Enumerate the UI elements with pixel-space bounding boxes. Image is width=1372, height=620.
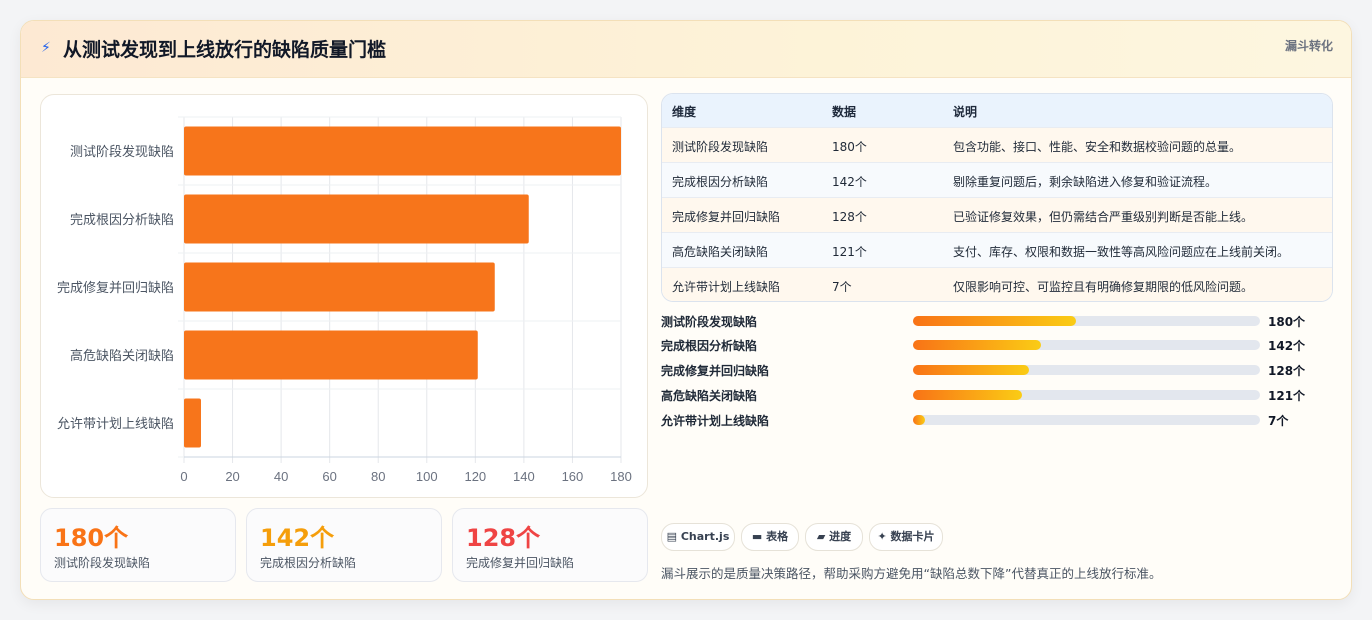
bar: [184, 126, 621, 176]
kpi-value: 142个: [260, 524, 335, 552]
x-tick-label: 40: [274, 469, 288, 484]
progress-track: [913, 340, 1260, 350]
chart-icon: ▤: [666, 530, 678, 543]
table-row: 测试阶段发现缺陷 180个 包含功能、接口、性能、安全和数据校验问题的总量。: [662, 127, 1332, 163]
table-header-cell: 数据: [832, 105, 857, 119]
table-cell: 180个: [832, 140, 867, 154]
progress-icon: ▰: [816, 530, 826, 543]
kpi-value: 180个: [54, 524, 129, 552]
bar: [184, 398, 201, 448]
funnel-card: ⚡ 从测试发现到上线放行的缺陷质量门槛 漏斗转化 0 20 40 60 80 100 120…: [20, 20, 1352, 600]
bolt-icon: ⚡: [41, 40, 51, 56]
x-tick-label: 140: [513, 469, 535, 484]
progress-row: 完成根因分析缺陷 142个: [661, 335, 1341, 355]
progress-value: 142个: [1268, 339, 1306, 353]
table-header-cell: 维度: [672, 105, 697, 119]
card-header: ⚡ 从测试发现到上线放行的缺陷质量门槛 漏斗转化: [21, 21, 1351, 78]
bar: [184, 194, 529, 244]
kpi-label: 完成根因分析缺陷: [260, 556, 357, 570]
x-tick-label: 160: [562, 469, 584, 484]
y-tick-label: 完成修复并回归缺陷: [57, 281, 174, 296]
table-cell: 121个: [832, 245, 867, 259]
table-cell: 测试阶段发现缺陷: [672, 140, 769, 154]
table-cell: 仅限影响可控、可监控且有明确修复期限的低风险问题。: [953, 280, 1254, 294]
chip-progress[interactable]: ▰ 进度: [805, 523, 863, 551]
table-cell: 7个: [832, 280, 852, 294]
progress-fill: [913, 365, 1030, 375]
progress-label: 高危缺陷关闭缺陷: [661, 389, 758, 403]
progress-fill: [913, 316, 1077, 326]
progress-fill: [913, 415, 926, 425]
y-tick-label: 测试阶段发现缺陷: [70, 144, 174, 160]
kpi-value: 128个: [466, 524, 541, 552]
table-cell: 完成根因分析缺陷: [672, 175, 769, 189]
footnote: 漏斗展示的是质量决策路径，帮助采购方避免用“缺陷总数下降”代替真正的上线放行标准…: [661, 566, 1162, 581]
data-table: 维度 数据 说明 测试阶段发现缺陷 180个 包含功能、接口、性能、安全和数据校…: [661, 93, 1333, 302]
progress-track: [913, 365, 1260, 375]
kpi-card-found: 180个 测试阶段发现缺陷: [40, 508, 236, 582]
table-cell: 128个: [832, 210, 867, 224]
table-cell: 允许带计划上线缺陷: [672, 280, 781, 294]
x-tick-label: 80: [371, 469, 385, 484]
chip-label: Chart.js: [680, 530, 730, 543]
progress-value: 121个: [1268, 389, 1306, 403]
bar-chart: 0 20 40 60 80 100 120 140 160 180 测试阶段发现缺陷 完成根因分析缺陷…: [40, 94, 648, 498]
x-tick-label: 100: [416, 469, 438, 484]
chip-label: 进度: [829, 530, 852, 543]
table-cell: 已验证修复效果，但仍需结合严重级别判断是否能上线。: [953, 210, 1254, 224]
kpi-card-fixed: 128个 完成修复并回归缺陷: [452, 508, 648, 582]
table-row: 完成根因分析缺陷 142个 剔除重复问题后，剩余缺陷进入修复和验证流程。: [662, 162, 1332, 198]
progress-row: 高危缺陷关闭缺陷 121个: [661, 385, 1341, 405]
progress-value: 7个: [1268, 414, 1289, 428]
table-cell: 完成修复并回归缺陷: [672, 210, 781, 224]
table-cell: 包含功能、接口、性能、安全和数据校验问题的总量。: [953, 140, 1242, 154]
progress-row: 完成修复并回归缺陷 128个: [661, 360, 1341, 380]
x-tick-label: 180: [610, 469, 632, 484]
table-cell: 142个: [832, 175, 867, 189]
progress-fill: [913, 390, 1023, 400]
funnel-tag: 漏斗转化: [1284, 39, 1333, 53]
kpi-label: 完成修复并回归缺陷: [466, 556, 575, 570]
table-header-row: 维度 数据 说明: [662, 94, 1332, 127]
table-cell: 支付、库存、权限和数据一致性等高风险问题应在上线前关闭。: [953, 245, 1290, 259]
progress-value: 128个: [1268, 364, 1306, 378]
chip-data-card[interactable]: ✦ 数据卡片: [869, 523, 943, 551]
x-tick-label: 20: [225, 469, 239, 484]
x-tick-label: 120: [464, 469, 486, 484]
x-tick-label: 60: [322, 469, 336, 484]
y-tick-label: 完成根因分析缺陷: [70, 213, 174, 228]
progress-value: 180个: [1268, 315, 1306, 329]
sparkle-icon: ✦: [877, 530, 887, 543]
table-row: 高危缺陷关闭缺陷 121个 支付、库存、权限和数据一致性等高风险问题应在上线前关…: [662, 232, 1332, 268]
table-row: 完成修复并回归缺陷 128个 已验证修复效果，但仍需结合严重级别判断是否能上线。: [662, 197, 1332, 233]
bar: [184, 330, 478, 380]
progress-label: 完成修复并回归缺陷: [661, 364, 770, 378]
progress-fill: [913, 340, 1042, 350]
progress-label: 允许带计划上线缺陷: [661, 414, 770, 428]
x-tick-label: 0: [180, 469, 187, 484]
progress-track: [913, 415, 1260, 425]
card-title: 从测试发现到上线放行的缺陷质量门槛: [63, 39, 387, 61]
progress-row: 允许带计划上线缺陷 7个: [661, 410, 1341, 430]
y-tick-label: 高危缺陷关闭缺陷: [70, 348, 174, 364]
progress-row: 测试阶段发现缺陷 180个: [661, 311, 1341, 331]
chip-chartjs[interactable]: ▤ Chart.js: [661, 523, 735, 551]
kpi-label: 测试阶段发现缺陷: [54, 556, 151, 570]
bar: [184, 262, 495, 312]
bar-chart-svg: 0 20 40 60 80 100 120 140 160 180 测试阶段发现缺陷完成根因分析缺陷…: [57, 116, 632, 484]
table-cell: 剔除重复问题后，剩余缺陷进入修复和验证流程。: [953, 175, 1218, 189]
table-header-cell: 说明: [953, 105, 978, 119]
chip-label: 数据卡片: [890, 530, 935, 543]
progress-track: [913, 316, 1260, 326]
y-tick-label: 允许带计划上线缺陷: [57, 416, 174, 432]
kpi-card-analyzed: 142个 完成根因分析缺陷: [246, 508, 442, 582]
table-icon: ▬: [751, 530, 763, 543]
chip-label: 表格: [766, 530, 789, 543]
chip-table[interactable]: ▬ 表格: [741, 523, 799, 551]
progress-label: 测试阶段发现缺陷: [661, 315, 758, 329]
table-cell: 高危缺陷关闭缺陷: [672, 245, 769, 259]
table-row: 允许带计划上线缺陷 7个 仅限影响可控、可监控且有明确修复期限的低风险问题。: [662, 267, 1332, 301]
progress-track: [913, 390, 1260, 400]
progress-label: 完成根因分析缺陷: [661, 339, 758, 353]
